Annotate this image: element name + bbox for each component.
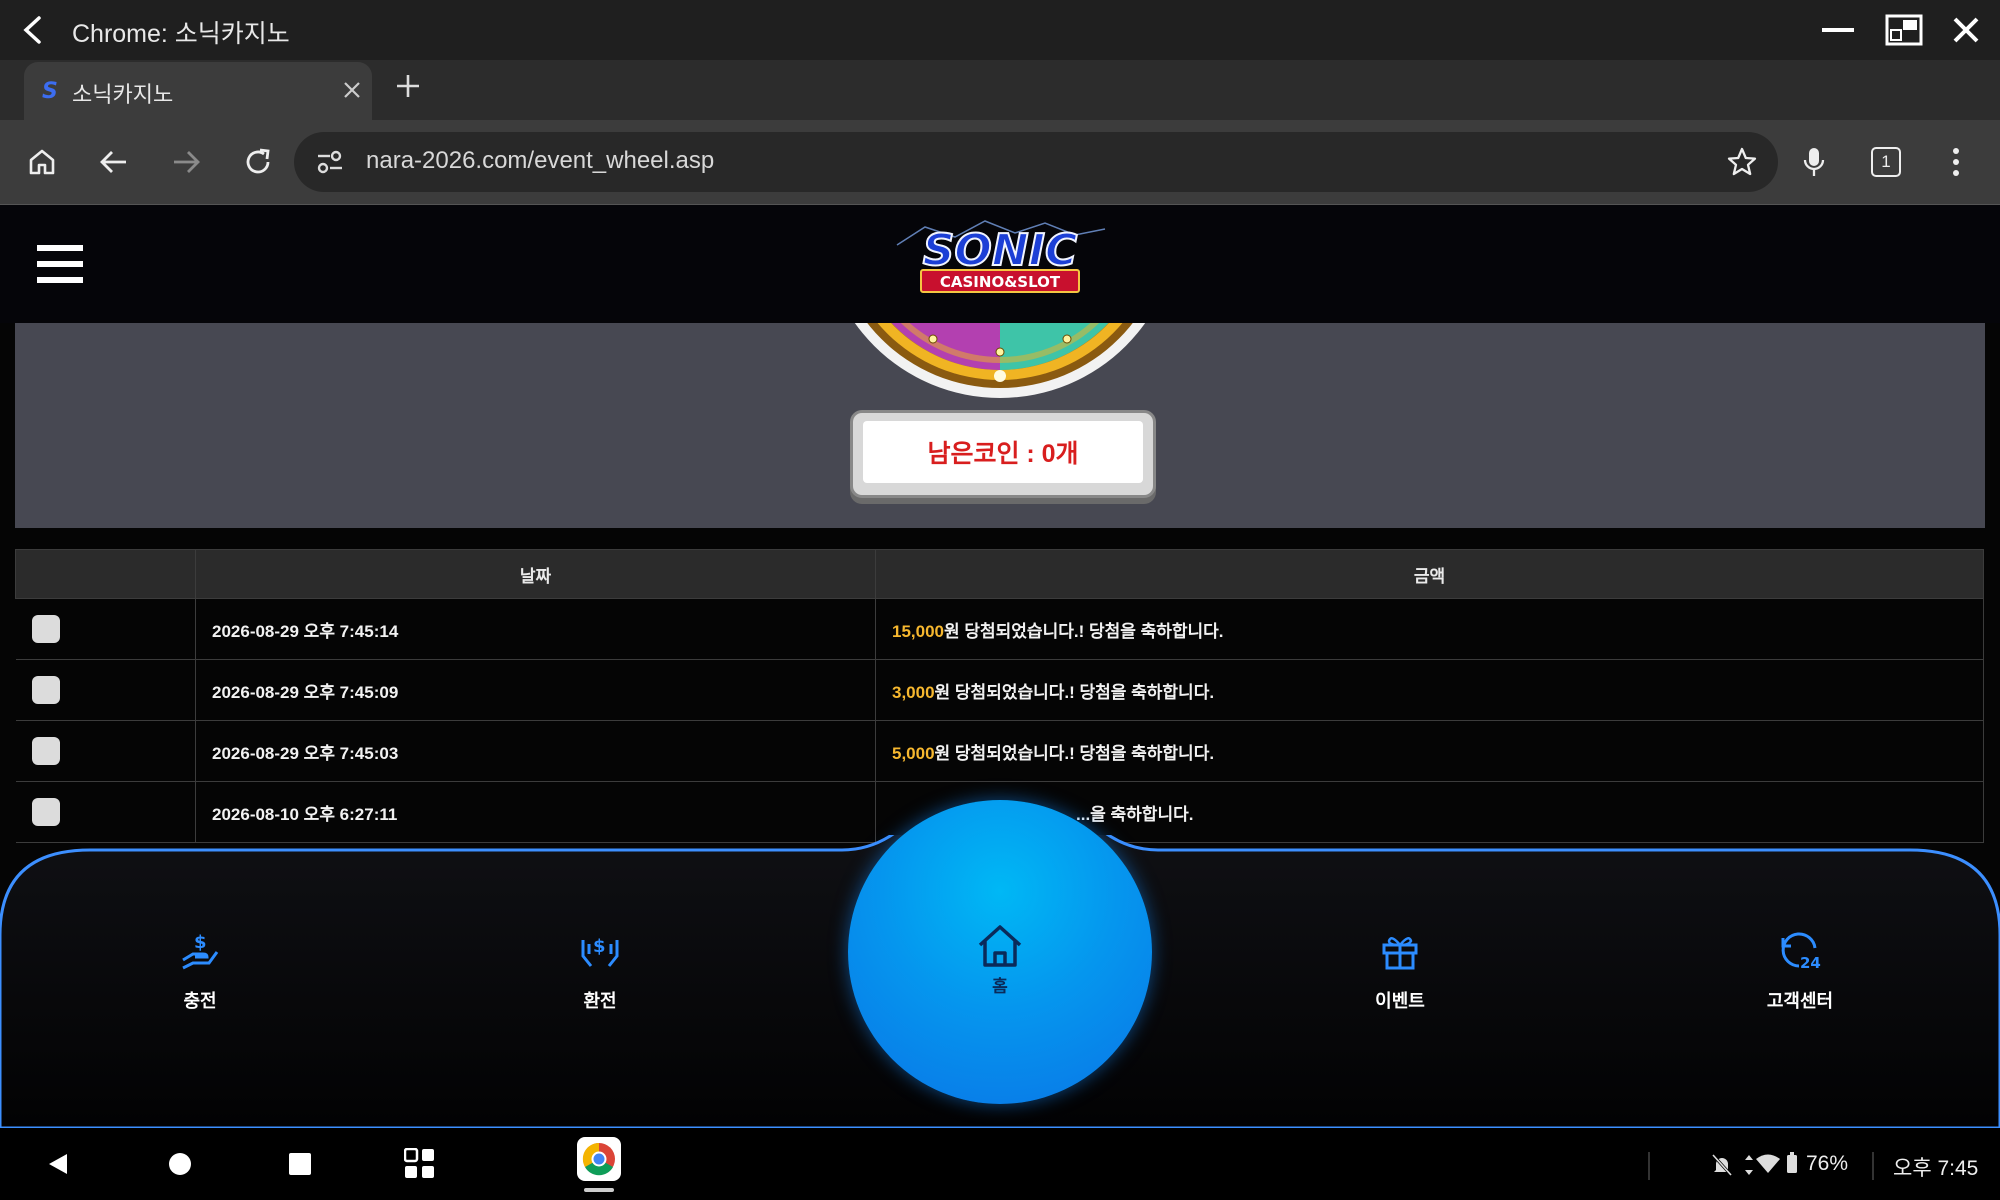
deposit-label: 충전 xyxy=(183,991,217,1011)
header-amount: 금액 xyxy=(875,549,1984,599)
roulette-wheel[interactable] xyxy=(815,290,1185,408)
tab-switcher-button[interactable]: 1 xyxy=(1871,147,1901,177)
row-message: ...을 축하합니다. xyxy=(1076,804,1194,824)
row-date: 2026-08-29 오후 7:45:03 xyxy=(195,720,876,782)
clock: 오후 7:45 xyxy=(1893,1157,1979,1180)
logo-subtitle: CASINO&SLOT xyxy=(940,273,1061,291)
row-date: 2026-08-29 오후 7:45:09 xyxy=(195,659,876,721)
win-history-table: 날짜 금액 2026-08-29 오후 7:45:14 15,000원 당첨되었… xyxy=(15,549,1984,843)
close-tab-icon[interactable] xyxy=(342,80,362,105)
svg-text:$: $ xyxy=(593,936,606,957)
forward-icon[interactable] xyxy=(163,139,209,185)
wifi-icon xyxy=(1756,1154,1780,1179)
support-label: 고객센터 xyxy=(1766,991,1834,1011)
reload-icon[interactable] xyxy=(235,139,281,185)
window-title: Chrome: 소닉카지노 xyxy=(72,20,290,48)
notifications-muted-icon xyxy=(1711,1153,1733,1181)
row-amount-cell: 3,000원 당첨되었습니다.! 당첨을 축하합니다. xyxy=(875,659,1984,721)
row-amount: 5,000 xyxy=(892,743,935,763)
row-amount: 3,000 xyxy=(892,682,935,702)
system-back-icon[interactable] xyxy=(36,1142,80,1186)
row-message: 원 당첨되었습니다.! 당첨을 축하합니다. xyxy=(944,621,1224,641)
microphone-icon[interactable] xyxy=(1803,146,1825,183)
close-window-icon[interactable] xyxy=(1944,8,1988,52)
deposit-icon: $ xyxy=(182,932,219,970)
row-date: 2026-08-10 오후 6:27:11 xyxy=(195,781,876,843)
remaining-coins-box: 남은코인 : 0개 xyxy=(850,410,1156,498)
bookmark-star-icon[interactable] xyxy=(1727,147,1757,182)
window-title-bar xyxy=(0,0,2000,60)
hamburger-menu-icon[interactable] xyxy=(37,243,83,290)
row-checkbox[interactable] xyxy=(31,737,60,765)
header-date: 날짜 xyxy=(195,549,876,599)
back-arrow-icon[interactable] xyxy=(10,8,54,52)
header-checkbox-column xyxy=(15,549,196,599)
logo-text: SONIC xyxy=(923,225,1078,276)
deposit-nav-button[interactable]: $ 충전 xyxy=(120,930,280,1013)
row-message: 원 당첨되었습니다.! 당첨을 축하합니다. xyxy=(934,682,1215,702)
svg-text:$: $ xyxy=(194,932,207,953)
support-nav-button[interactable]: 24 고객센터 xyxy=(1720,930,1880,1013)
app-grid-icon[interactable] xyxy=(398,1142,442,1186)
gift-icon xyxy=(1382,937,1418,970)
remaining-coins-text: 남은코인 : 0개 xyxy=(863,421,1143,483)
status-divider xyxy=(1648,1152,1650,1180)
tab-title: 소닉카지노 xyxy=(72,82,174,107)
home-nav-icon xyxy=(975,923,1025,974)
event-label: 이벤트 xyxy=(1375,991,1425,1011)
status-divider-2 xyxy=(1872,1152,1874,1180)
event-nav-button[interactable]: 이벤트 xyxy=(1320,930,1480,1013)
table-row: 2026-08-29 오후 7:45:14 15,000원 당첨되었습니다.! … xyxy=(15,598,1984,660)
restore-window-icon[interactable] xyxy=(1882,8,1926,52)
svg-text:S: S xyxy=(42,79,58,102)
row-checkbox[interactable] xyxy=(31,615,60,643)
more-menu-icon[interactable] xyxy=(1952,146,1960,183)
table-row: 2026-08-29 오후 7:45:03 5,000원 당첨되었습니다.! 당… xyxy=(15,720,1984,782)
active-app-indicator xyxy=(584,1188,614,1192)
table-header-row: 날짜 금액 xyxy=(15,549,1984,599)
svg-text:24: 24 xyxy=(1800,954,1821,972)
withdraw-label: 환전 xyxy=(583,991,617,1011)
home-icon[interactable] xyxy=(19,139,65,185)
browser-tab[interactable]: S 소닉카지노 xyxy=(24,62,372,120)
row-checkbox[interactable] xyxy=(31,676,60,704)
row-checkbox[interactable] xyxy=(31,798,60,826)
support-24h-icon: 24 xyxy=(1781,932,1821,972)
data-transfer-icon xyxy=(1744,1154,1754,1181)
home-nav-label: 홈 xyxy=(992,977,1008,996)
withdraw-nav-button[interactable]: $ 환전 xyxy=(520,930,680,1013)
back-icon[interactable] xyxy=(91,139,137,185)
minimize-icon[interactable] xyxy=(1816,8,1860,52)
system-home-icon[interactable] xyxy=(158,1142,202,1186)
home-nav-button[interactable]: 홈 xyxy=(848,800,1152,1104)
row-amount-cell: 15,000원 당첨되었습니다.! 당첨을 축하합니다. xyxy=(875,598,1984,660)
system-recents-icon[interactable] xyxy=(278,1142,322,1186)
url-text[interactable]: nara-2026.com/event_wheel.asp xyxy=(366,147,714,175)
table-row: 2026-08-29 오후 7:45:09 3,000원 당첨되었습니다.! 당… xyxy=(15,659,1984,721)
battery-icon xyxy=(1786,1152,1798,1179)
row-date: 2026-08-29 오후 7:45:14 xyxy=(195,598,876,660)
site-favicon-icon: S xyxy=(40,78,62,107)
row-amount: 15,000 xyxy=(892,621,944,641)
new-tab-icon[interactable] xyxy=(394,72,422,105)
chrome-app-icon[interactable] xyxy=(577,1137,621,1181)
row-message: 원 당첨되었습니다.! 당첨을 축하합니다. xyxy=(934,743,1215,763)
row-amount-cell: 5,000원 당첨되었습니다.! 당첨을 축하합니다. xyxy=(875,720,1984,782)
battery-percent: 76% xyxy=(1806,1152,1849,1175)
site-settings-icon[interactable] xyxy=(316,149,344,180)
withdraw-icon: $ xyxy=(581,936,619,967)
